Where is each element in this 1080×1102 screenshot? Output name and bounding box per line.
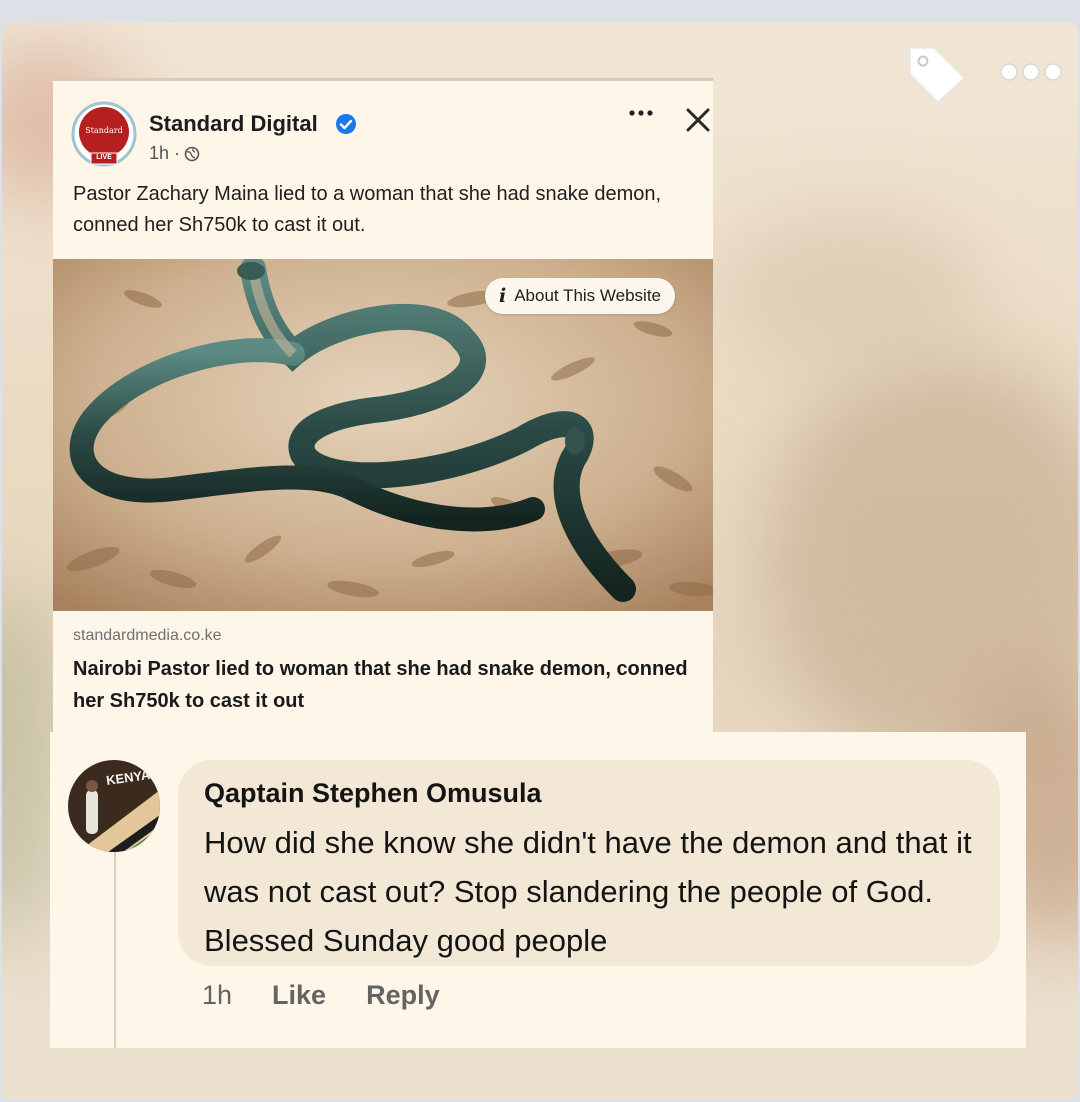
- verified-icon: [336, 114, 356, 134]
- reply-button[interactable]: Reply: [366, 980, 440, 1011]
- logo-text: Standard: [85, 126, 123, 135]
- info-icon: i: [499, 285, 507, 307]
- more-options-icon[interactable]: [627, 105, 655, 121]
- commenter-name[interactable]: Qaptain Stephen Omusula: [204, 778, 542, 809]
- tag-icon[interactable]: [904, 40, 968, 106]
- about-label: About This Website: [514, 286, 662, 305]
- page-name[interactable]: Standard Digital: [149, 111, 318, 137]
- comment-card: KENYA Qaptain Stephen Omusula How did sh…: [50, 732, 1026, 1048]
- post-meta: 1h ·: [149, 143, 200, 164]
- page-avatar[interactable]: Standard LIVE: [71, 101, 137, 167]
- thread-line: [114, 852, 116, 1048]
- comment-bubble: Qaptain Stephen Omusula How did she know…: [178, 760, 1000, 966]
- globe-icon: [184, 146, 200, 161]
- like-button[interactable]: Like: [272, 980, 326, 1011]
- post-card: Standard LIVE Standard Digital 1h · Past…: [53, 78, 713, 733]
- link-title[interactable]: Nairobi Pastor lied to woman that she ha…: [73, 653, 713, 717]
- close-icon[interactable]: [683, 105, 713, 135]
- commenter-avatar[interactable]: KENYA: [68, 760, 160, 852]
- comment-actions: 1h Like Reply: [202, 980, 440, 1011]
- about-this-website-button[interactable]: i About This Website: [485, 278, 676, 314]
- link-domain[interactable]: standardmedia.co.ke: [73, 627, 222, 645]
- background-blur: [722, 212, 982, 372]
- post-time[interactable]: 1h ·: [149, 143, 180, 164]
- live-badge: LIVE: [96, 154, 112, 161]
- comment-time[interactable]: 1h: [202, 980, 232, 1011]
- post-text: Pastor Zachary Maina lied to a woman tha…: [73, 183, 662, 236]
- more-options-icon[interactable]: [998, 62, 1064, 82]
- comment-text: How did she know she didn't have the dem…: [204, 825, 972, 958]
